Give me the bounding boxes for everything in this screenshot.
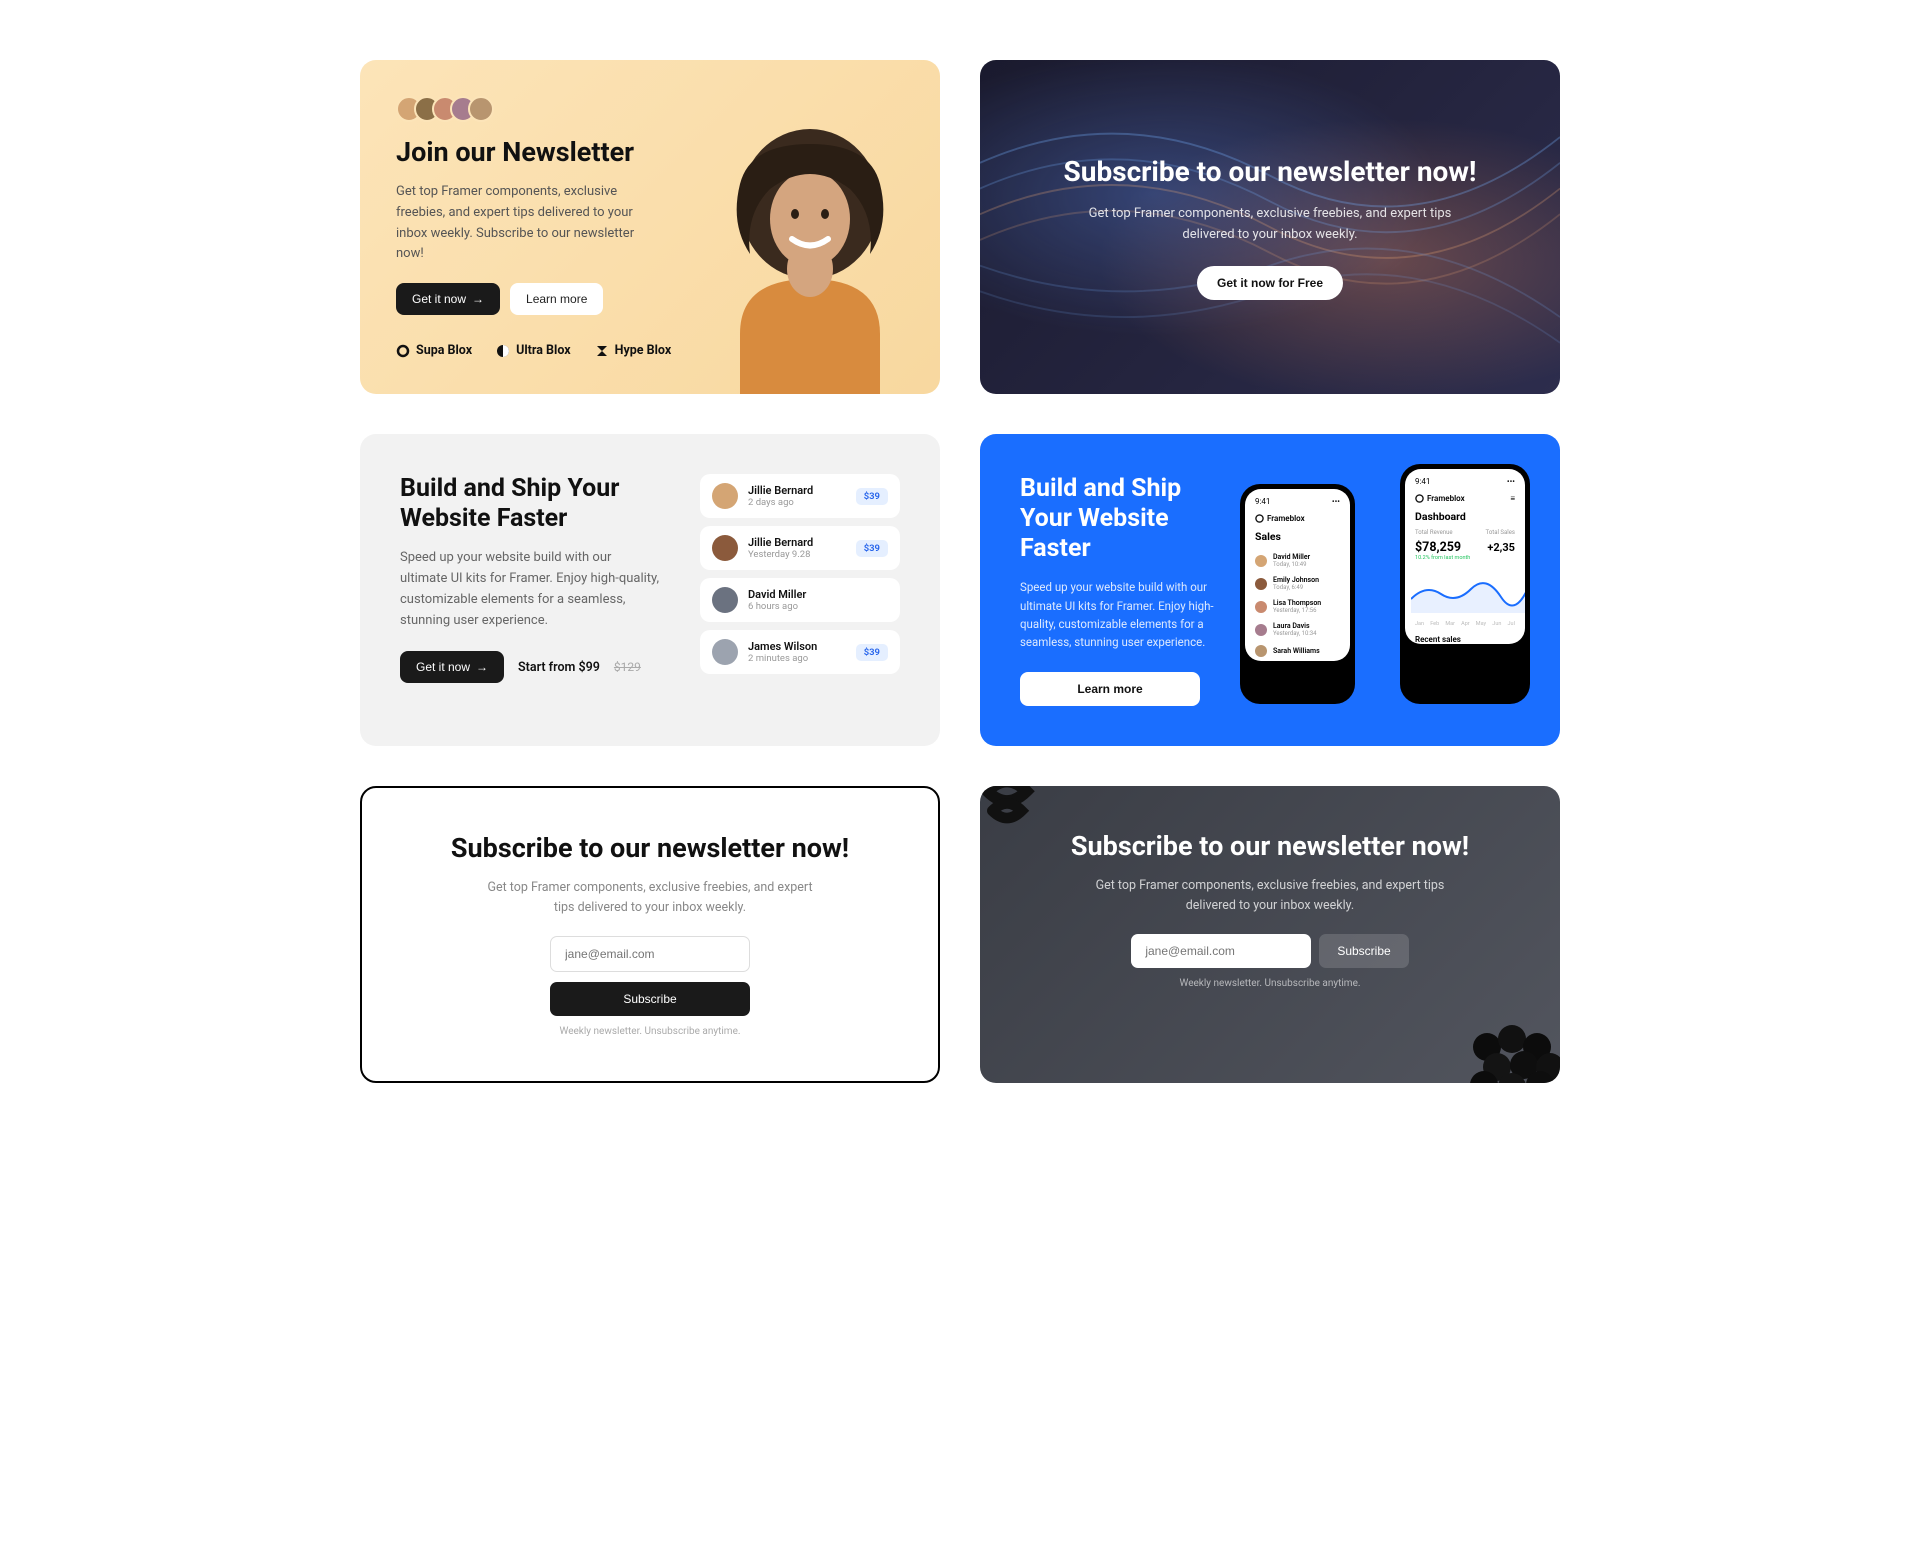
card-desc: Speed up your website build with our ult… xyxy=(1020,578,1220,652)
card-title: Build and Ship Your Website Faster xyxy=(400,474,672,534)
subscribe-button[interactable]: Subscribe xyxy=(1319,934,1408,968)
arrow-right-icon: → xyxy=(476,660,488,674)
price-from: Start from $99 xyxy=(518,660,600,675)
user-time: 2 days ago xyxy=(748,497,846,508)
spiral-3d-icon xyxy=(980,786,1046,840)
avatar-group xyxy=(396,96,904,122)
newsletter-note: Weekly newsletter. Unsubscribe anytime. xyxy=(1179,978,1360,989)
circle-icon xyxy=(396,344,410,358)
card-desc: Speed up your website build with our ult… xyxy=(400,548,660,631)
price-badge: $39 xyxy=(856,540,888,557)
user-time: Yesterday 9.28 xyxy=(748,549,846,560)
phone-list-item: Sarah Williams xyxy=(1245,641,1350,661)
user-item: David Miller 6 hours ago xyxy=(700,578,900,622)
card-title: Subscribe to our newsletter now! xyxy=(451,832,849,864)
card-desc: Get top Framer components, exclusive fre… xyxy=(396,182,646,265)
phone-sales: 9:41••• Frameblox Sales David MillerToda… xyxy=(1240,484,1355,704)
phone-list-item: Lisa ThompsonYesterday, 17:56 xyxy=(1245,595,1350,618)
user-item: James Wilson 2 minutes ago $39 xyxy=(700,630,900,674)
user-name: Jillie Bernard xyxy=(748,484,846,497)
card-title: Subscribe to our newsletter now! xyxy=(1071,830,1469,862)
email-input[interactable] xyxy=(1131,934,1311,968)
card-desc: Get top Framer components, exclusive fre… xyxy=(1085,876,1455,916)
avatar xyxy=(712,639,738,665)
price-badge: $39 xyxy=(856,644,888,661)
price-old: $129 xyxy=(614,660,641,674)
line-chart xyxy=(1411,569,1525,613)
recent-sales-label: Recent sales xyxy=(1405,627,1525,644)
phone-dashboard: 9:41••• Frameblox ≡ Dashboard Total Reve… xyxy=(1400,464,1530,704)
half-circle-icon xyxy=(496,344,510,358)
phone-section-title: Dashboard xyxy=(1405,507,1525,529)
avatar xyxy=(712,535,738,561)
build-ship-card-gray: Build and Ship Your Website Faster Speed… xyxy=(360,434,940,746)
learn-more-button[interactable]: Learn more xyxy=(1020,672,1200,706)
spheres-3d-icon xyxy=(1462,1017,1560,1083)
user-time: 6 hours ago xyxy=(748,601,888,612)
card-desc: Get top Framer components, exclusive fre… xyxy=(480,878,820,918)
hourglass-icon xyxy=(595,344,609,358)
get-it-now-button[interactable]: Get it now → xyxy=(400,651,504,683)
brand-hype-blox: Hype Blox xyxy=(595,343,672,358)
email-input[interactable] xyxy=(550,936,750,972)
newsletter-card-peach: Join our Newsletter Get top Framer compo… xyxy=(360,60,940,394)
learn-more-button[interactable]: Learn more xyxy=(510,283,603,315)
user-name: David Miller xyxy=(748,588,888,601)
newsletter-card-dark-wave: Subscribe to our newsletter now! Get top… xyxy=(980,60,1560,394)
newsletter-note: Weekly newsletter. Unsubscribe anytime. xyxy=(559,1026,740,1037)
subscribe-card-dark-gradient: Subscribe to our newsletter now! Get top… xyxy=(980,786,1560,1083)
arrow-right-icon: → xyxy=(472,292,484,306)
user-list: Jillie Bernard 2 days ago $39 Jillie Ber… xyxy=(700,474,900,706)
user-name: James Wilson xyxy=(748,640,846,653)
get-it-now-button[interactable]: Get it now → xyxy=(396,283,500,315)
phone-mockups: 9:41••• Frameblox Sales David MillerToda… xyxy=(1240,474,1520,706)
build-ship-card-blue: Build and Ship Your Website Faster Speed… xyxy=(980,434,1560,746)
phone-section-title: Sales xyxy=(1245,527,1350,549)
get-it-now-free-button[interactable]: Get it now for Free xyxy=(1197,266,1343,300)
brand-ultra-blox: Ultra Blox xyxy=(496,343,571,358)
price-badge: $39 xyxy=(856,488,888,505)
subscribe-button[interactable]: Subscribe xyxy=(550,982,750,1016)
user-name: Jillie Bernard xyxy=(748,536,846,549)
card-title: Subscribe to our newsletter now! xyxy=(1064,155,1477,189)
subscribe-card-white-outline: Subscribe to our newsletter now! Get top… xyxy=(360,786,940,1083)
avatar xyxy=(468,96,494,122)
menu-icon: ≡ xyxy=(1510,494,1515,503)
phone-list-item: Emily JohnsonToday, 6:49 xyxy=(1245,572,1350,595)
avatar xyxy=(712,483,738,509)
card-title: Build and Ship Your Website Faster xyxy=(1020,474,1220,564)
avatar xyxy=(712,587,738,613)
user-time: 2 minutes ago xyxy=(748,653,846,664)
user-item: Jillie Bernard Yesterday 9.28 $39 xyxy=(700,526,900,570)
phone-list-item: David MillerToday, 10:49 xyxy=(1245,549,1350,572)
card-title: Join our Newsletter xyxy=(396,136,904,168)
card-desc: Get top Framer components, exclusive fre… xyxy=(1085,204,1455,246)
user-item: Jillie Bernard 2 days ago $39 xyxy=(700,474,900,518)
brand-supa-blox: Supa Blox xyxy=(396,343,472,358)
revenue-value: $78,259 xyxy=(1415,540,1470,555)
phone-list-item: Laura DavisYesterday, 10:34 xyxy=(1245,618,1350,641)
